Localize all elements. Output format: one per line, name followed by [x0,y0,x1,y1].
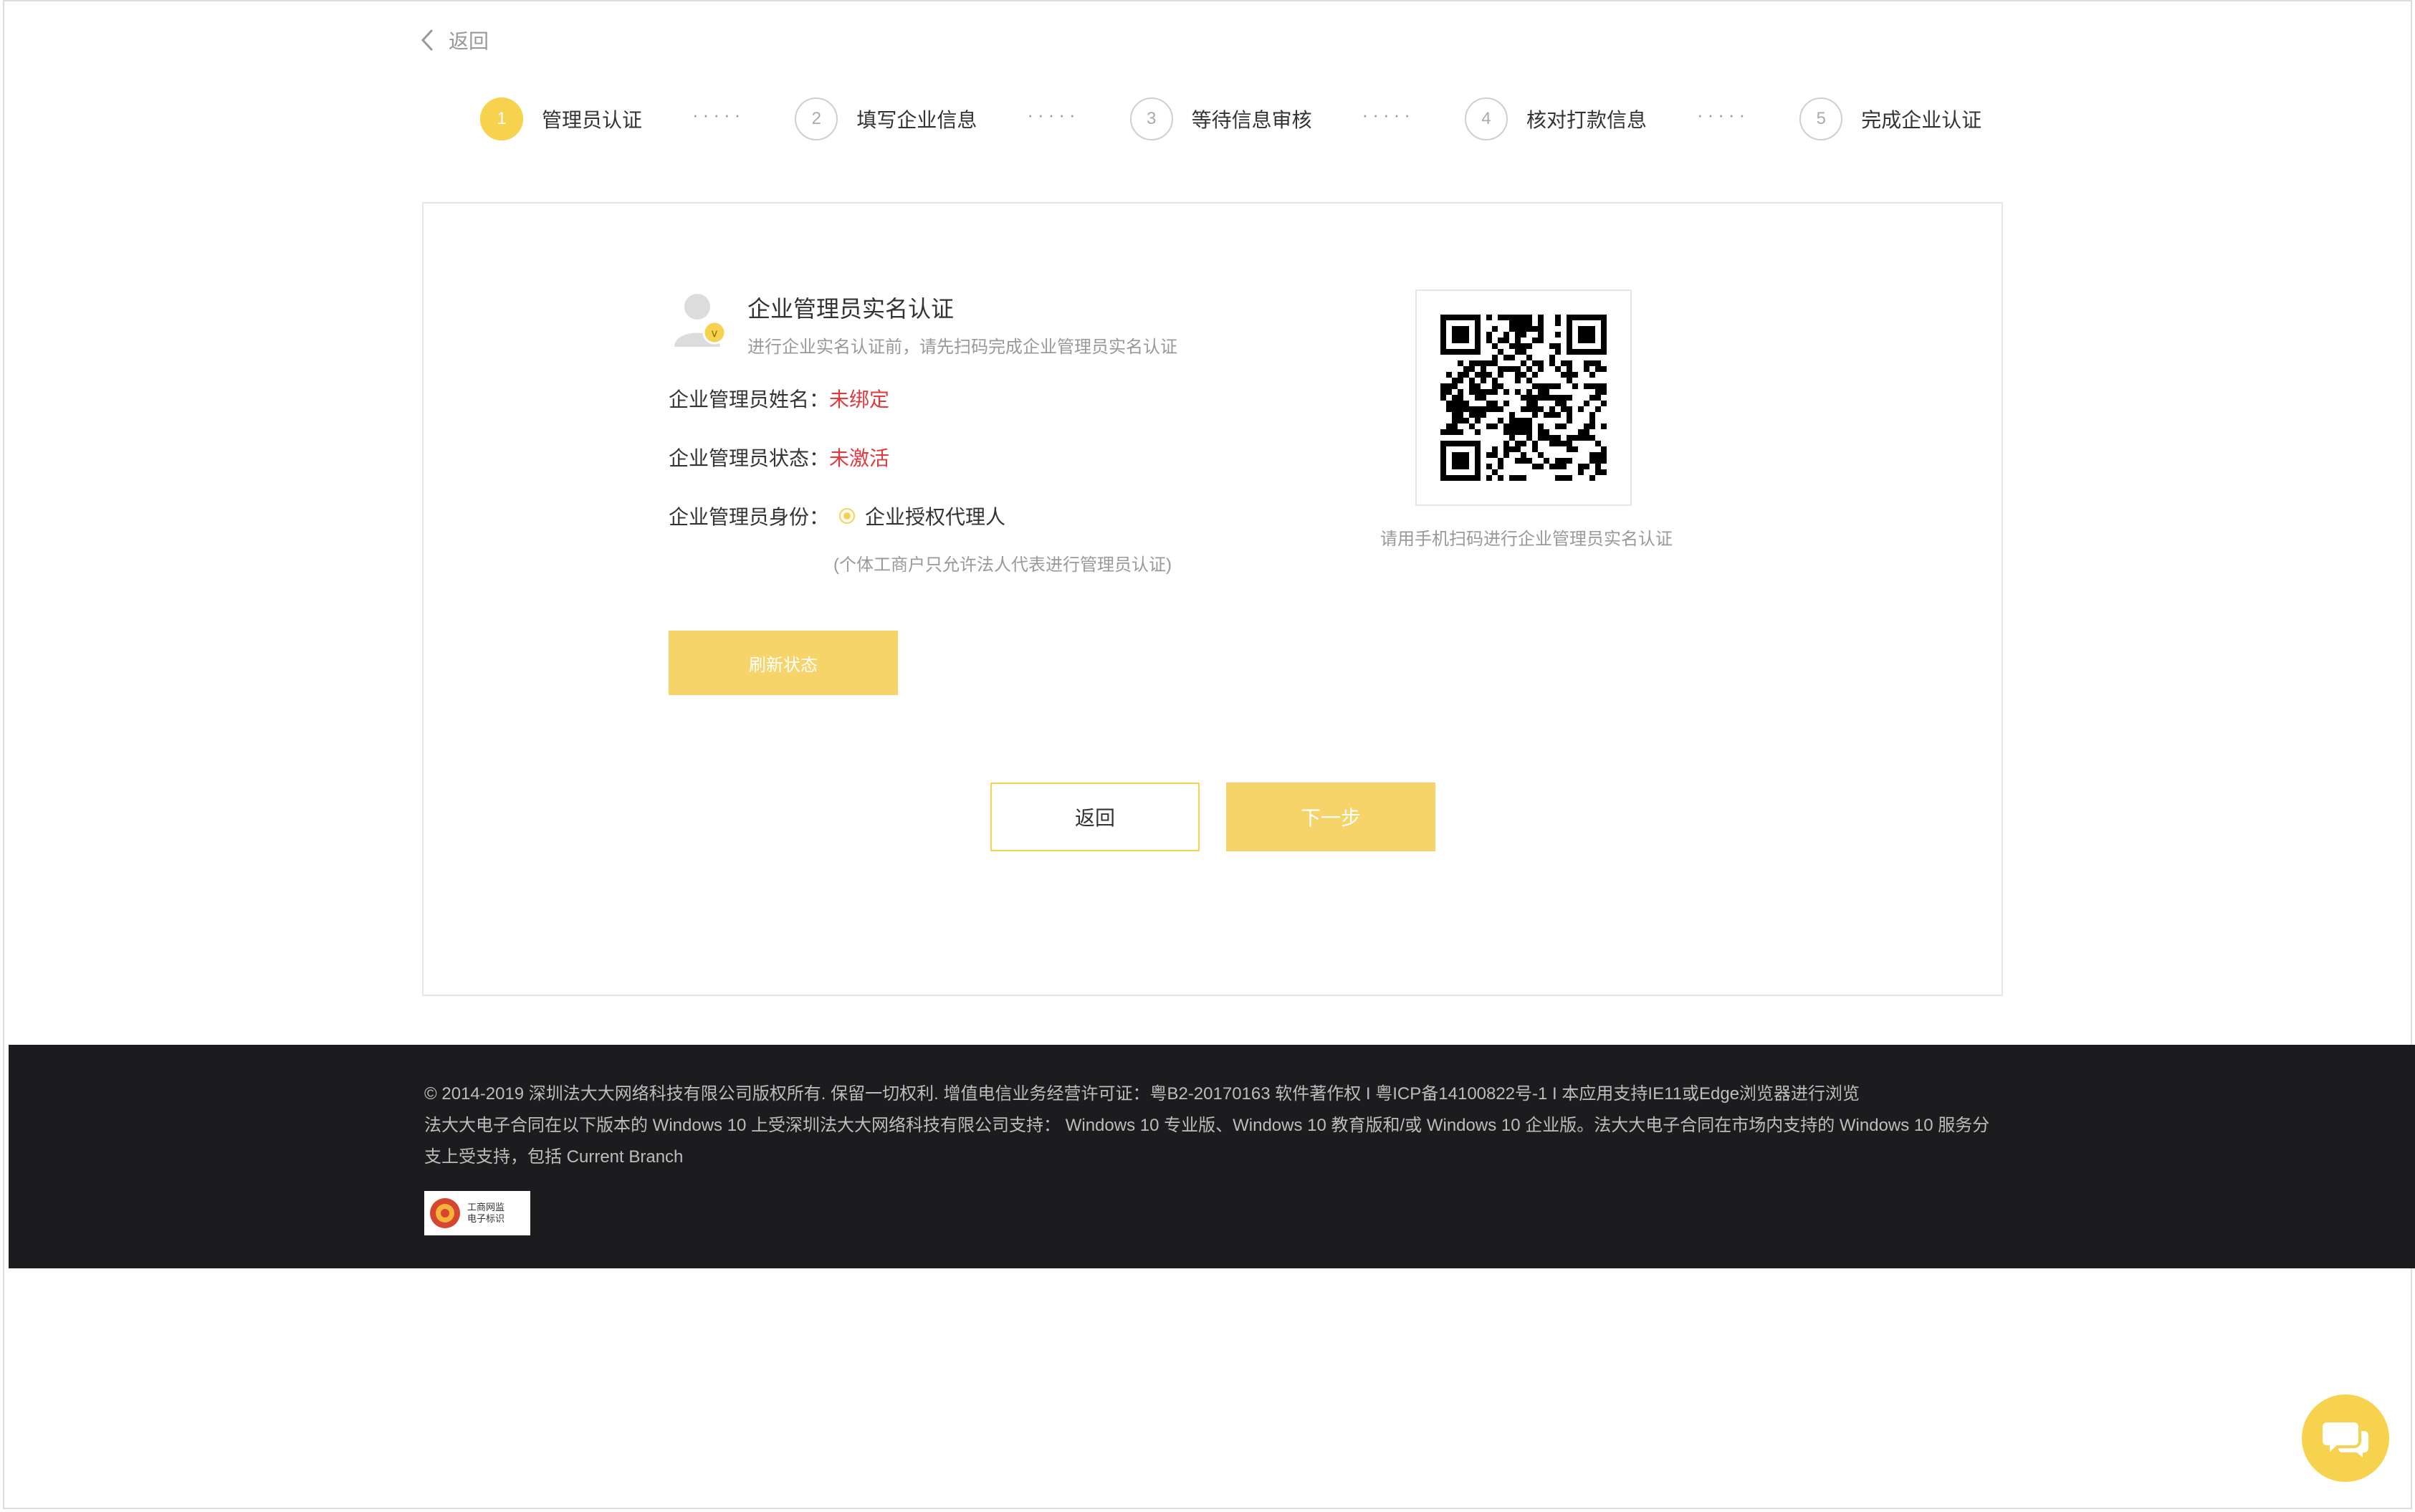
app-window: 返回 1 管理员认证 ····· 2 填写企业信息 ····· 3 等待信息审核… [3,0,2415,1509]
qr-code [1415,290,1632,506]
chevron-left-icon [421,29,434,52]
admin-identity-label: 企业管理员身份： [669,506,830,528]
emblem-icon [430,1198,460,1228]
step-number: 1 [480,97,523,140]
qr-caption: 请用手机扫码进行企业管理员实名认证 [1380,530,1673,549]
admin-status-value: 未激活 [829,447,890,469]
step-separator: ····· [692,104,745,125]
back-button[interactable]: 返回 [990,783,1200,851]
next-step-button[interactable]: 下一步 [1226,783,1435,851]
step-separator: ····· [1027,104,1080,125]
verification-card: v 企业管理员实名认证 进行企业实名认证前，请先扫码完成企业管理员实名认证 企业… [422,202,2003,996]
step-separator: ····· [1696,104,1750,125]
footer-copyright: © 2014-2019 深圳法大大网络科技有限公司版权所有. 保留一切权利. 增… [424,1084,1860,1104]
admin-name-value: 未绑定 [829,388,890,411]
admin-name-row: 企业管理员姓名： 未绑定 [669,384,889,413]
step-number: 5 [1799,97,1843,140]
footer-windows-support-cont: 支上受支持，包括 Current Branch [424,1147,684,1167]
footer-windows-support: 法大大电子合同在以下版本的 Windows 10 上受深圳法大大网络科技有限公司… [424,1116,1990,1135]
section-subtitle: 进行企业实名认证前，请先扫码完成企业管理员实名认证 [747,338,1177,357]
step-review: 3 等待信息审核 [1129,97,1312,140]
step-payment-check: 4 核对打款信息 [1464,97,1647,140]
step-label: 核对打款信息 [1526,109,1647,131]
admin-name-label: 企业管理员姓名： [669,388,830,411]
refresh-status-button[interactable]: 刷新状态 [669,631,898,695]
step-number: 2 [795,97,838,140]
step-label: 等待信息审核 [1191,109,1312,131]
identity-option-label: 企业授权代理人 [865,506,1006,528]
step-label: 完成企业认证 [1861,109,1982,131]
chat-support-button[interactable] [2302,1394,2389,1482]
back-link-label: 返回 [449,30,489,52]
admin-status-row: 企业管理员状态： 未激活 [669,443,889,472]
footer: © 2014-2019 深圳法大大网络科技有限公司版权所有. 保留一切权利. 增… [9,1045,2415,1268]
progress-steps: 1 管理员认证 ····· 2 填写企业信息 ····· 3 等待信息审核 ··… [480,95,1981,143]
badge-line-1: 工商网监 [467,1202,505,1212]
back-link[interactable]: 返回 [420,24,489,56]
chat-bubbles-icon [2323,1422,2368,1458]
badge-text: 工商网监 电子标识 [467,1202,504,1225]
step-complete: 5 完成企业认证 [1799,97,1981,140]
step-label: 管理员认证 [542,109,643,131]
step-label: 填写企业信息 [856,109,977,131]
user-verified-icon: v [674,294,727,347]
radio-selected-icon[interactable] [839,508,856,524]
admin-status-label: 企业管理员状态： [669,447,830,469]
section-title: 企业管理员实名认证 [747,296,955,322]
identity-hint: (个体工商户只允许法人代表进行管理员认证) [833,555,1172,575]
step-admin-verification: 1 管理员认证 [480,97,642,140]
step-separator: ····· [1362,104,1415,125]
admin-identity-row: 企业管理员身份： 企业授权代理人 [669,502,1005,530]
step-number: 4 [1464,97,1508,140]
identity-radio-option[interactable]: 企业授权代理人 [839,502,1005,530]
badge-line-2: 电子标识 [467,1213,505,1224]
step-number: 3 [1129,97,1173,140]
step-company-info: 2 填写企业信息 [795,97,977,140]
svg-text:v: v [712,327,718,340]
business-license-badge[interactable]: 工商网监 电子标识 [424,1191,530,1235]
qr-code-icon [1440,315,1607,481]
